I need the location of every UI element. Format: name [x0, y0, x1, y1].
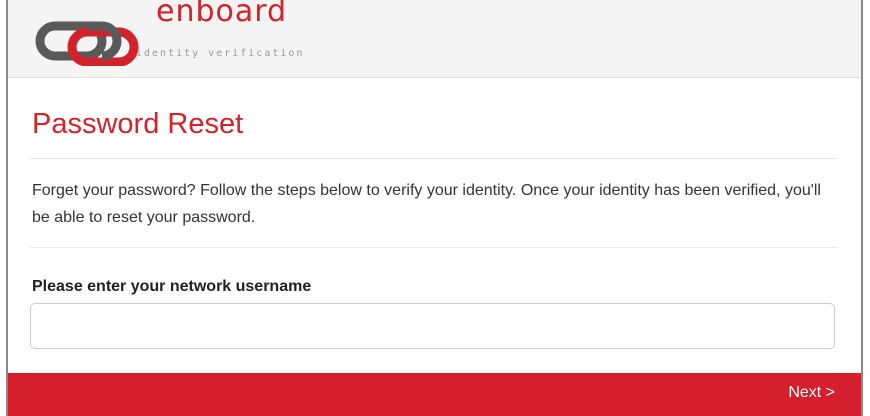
brand-name: enboard [156, 0, 288, 29]
next-button[interactable]: Next > [788, 384, 835, 402]
brand-tagline: identity verification [136, 48, 305, 59]
linked-rings-logo-icon [35, 21, 139, 66]
page-frame: enboard identity verification Password R… [6, 0, 863, 416]
instructions-text: Forget your password? Follow the steps b… [32, 182, 821, 226]
action-bar: Next > [8, 373, 861, 416]
header: enboard identity verification [8, 0, 861, 78]
page-title: Password Reset [32, 108, 244, 140]
divider [30, 247, 838, 248]
username-label: Please enter your network username [32, 278, 312, 295]
divider [30, 158, 838, 159]
username-input[interactable] [30, 303, 835, 349]
